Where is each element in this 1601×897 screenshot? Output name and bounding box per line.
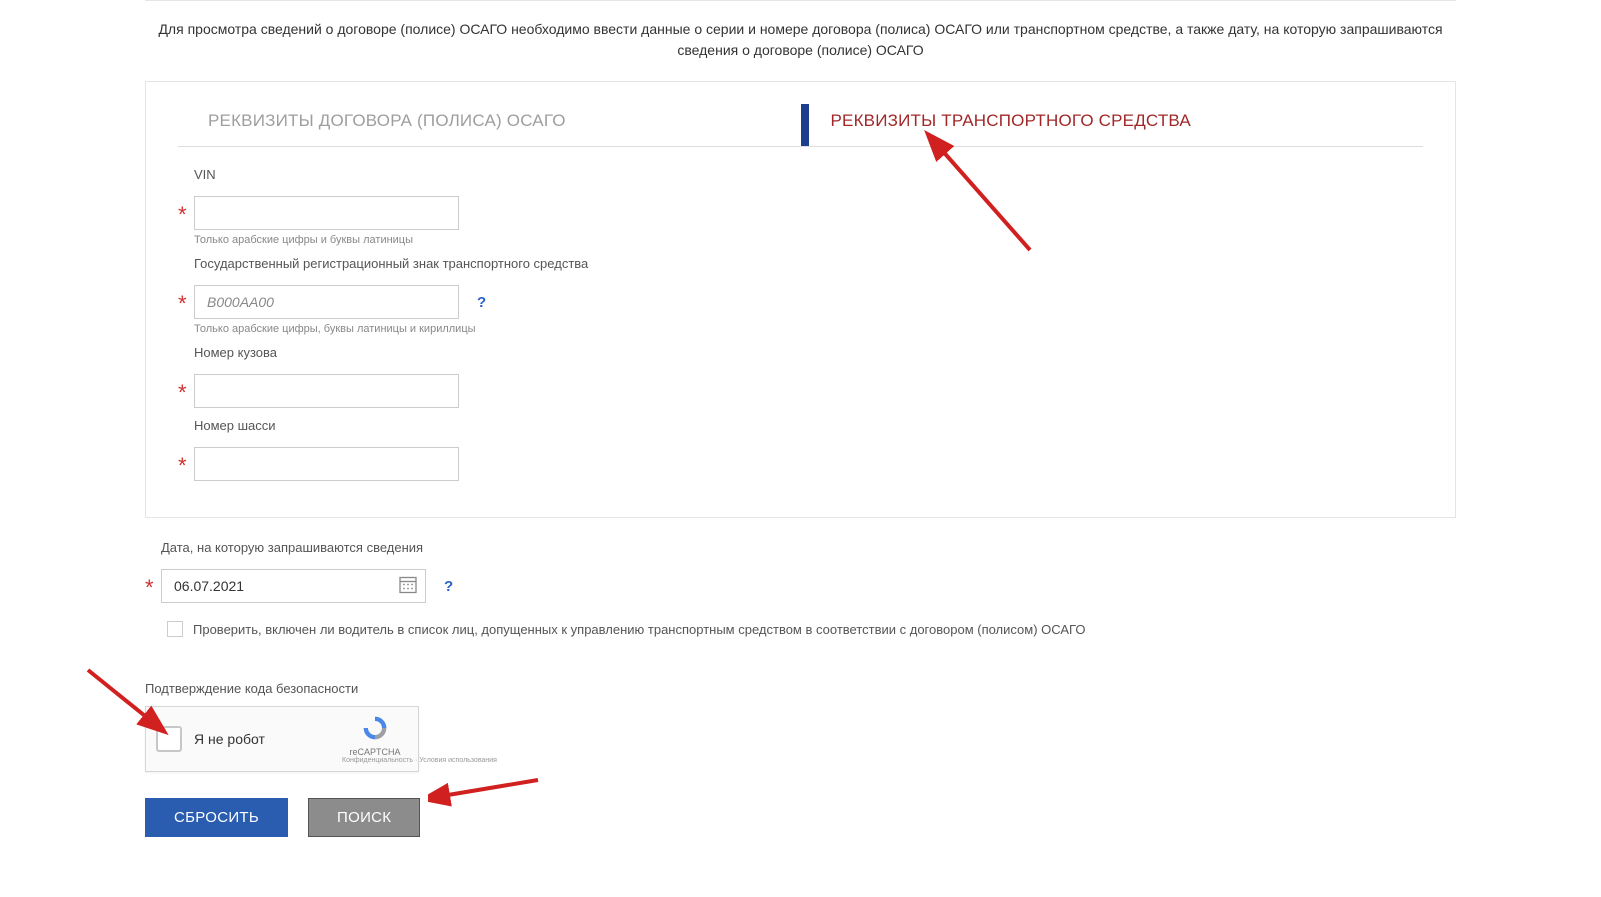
driver-check-label: Проверить, включен ли водитель в список … — [193, 622, 1085, 637]
tabs: РЕКВИЗИТЫ ДОГОВОРА (ПОЛИСА) ОСАГО РЕКВИЗ… — [178, 104, 1423, 147]
body-label: Номер кузова — [194, 345, 1423, 360]
tab-vehicle[interactable]: РЕКВИЗИТЫ ТРАНСПОРТНОГО СРЕДСТВА — [801, 104, 1424, 146]
recaptcha-checkbox[interactable] — [156, 726, 182, 752]
plate-input[interactable] — [194, 285, 459, 319]
required-marker: * — [145, 569, 161, 599]
reset-button[interactable]: СБРОСИТЬ — [145, 798, 288, 837]
plate-help-icon[interactable]: ? — [477, 294, 486, 311]
chassis-input[interactable] — [194, 447, 459, 481]
search-button[interactable]: ПОИСК — [308, 798, 420, 837]
date-help-icon[interactable]: ? — [444, 578, 453, 595]
recaptcha-links: Конфиденциальность · Условия использован… — [342, 757, 408, 764]
body-input[interactable] — [194, 374, 459, 408]
calendar-icon[interactable] — [398, 575, 418, 598]
form-panel: РЕКВИЗИТЫ ДОГОВОРА (ПОЛИСА) ОСАГО РЕКВИЗ… — [145, 81, 1456, 518]
intro-text: Для просмотра сведений о договоре (полис… — [145, 19, 1456, 81]
vin-hint: Только арабские цифры и буквы латиницы — [194, 234, 1423, 246]
vin-input[interactable] — [194, 196, 459, 230]
vin-label: VIN — [194, 167, 1423, 182]
chassis-label: Номер шасси — [194, 418, 1423, 433]
tab-policy[interactable]: РЕКВИЗИТЫ ДОГОВОРА (ПОЛИСА) ОСАГО — [178, 104, 801, 146]
required-marker: * — [178, 196, 194, 226]
recaptcha-widget: Я не робот reCAPTCHA Конфиденциальность … — [145, 706, 419, 772]
required-marker: * — [178, 447, 194, 477]
required-marker: * — [178, 374, 194, 404]
recaptcha-brand: reCAPTCHA — [342, 747, 408, 757]
plate-label: Государственный регистрационный знак тра… — [194, 256, 1423, 271]
plate-hint: Только арабские цифры, буквы латиницы и … — [194, 323, 1423, 335]
captcha-heading: Подтверждение кода безопасности — [145, 681, 1456, 696]
date-input[interactable] — [161, 569, 426, 603]
recaptcha-label: Я не робот — [194, 731, 342, 747]
date-label: Дата, на которую запрашиваются сведения — [161, 540, 1456, 555]
driver-check-checkbox[interactable] — [167, 621, 183, 637]
top-divider — [145, 0, 1456, 1]
required-marker: * — [178, 285, 194, 315]
recaptcha-logo-icon — [360, 731, 390, 747]
